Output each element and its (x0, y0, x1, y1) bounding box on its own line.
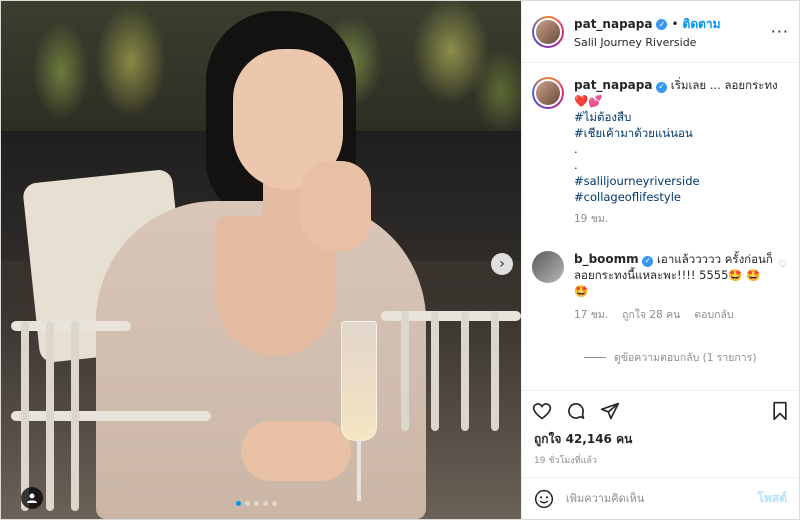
avatar[interactable] (532, 15, 564, 48)
user-icon (27, 493, 37, 503)
action-bar (522, 390, 799, 430)
comments-section: pat_napapa ✓ เริ่มเลย ... ลอยกระทง ❤️💕 #… (522, 63, 799, 390)
hashtag-link[interactable]: #ไม่ต้องสืบ (574, 109, 778, 125)
photo-person-hand-glass (241, 421, 351, 481)
verified-icon: ✓ (656, 18, 668, 30)
follow-button[interactable]: ติดตาม (683, 15, 721, 34)
divider (584, 357, 606, 358)
caption-text: เริ่มเลย ... ลอยกระทง (670, 78, 778, 92)
likes-count[interactable]: ถูกใจ 42,146 คน (522, 430, 799, 449)
post-timestamp[interactable]: 19 ชั่วโมงที่แล้ว (522, 449, 799, 477)
caption: pat_napapa ✓ เริ่มเลย ... ลอยกระทง ❤️💕 #… (532, 77, 787, 227)
caption-dot: . (574, 158, 578, 172)
caption-avatar[interactable] (532, 77, 564, 109)
post-header: pat_napapa ✓ • ติดตาม Salil Journey Rive… (522, 1, 799, 63)
carousel-dot (263, 501, 268, 506)
comment-username[interactable]: b_boomm (574, 252, 639, 266)
comment-item: b_boomm ✓ เอาแล้ววววว ครั้งก่อนก็ลอยกระท… (532, 251, 787, 323)
comment-likes[interactable]: ถูกใจ 28 คน (622, 307, 680, 323)
caption-time: 19 ชม. (574, 213, 609, 225)
author-username[interactable]: pat_napapa (574, 17, 652, 31)
next-photo-button[interactable]: › (491, 253, 513, 275)
caption-emoji: ❤️💕 (574, 94, 603, 108)
post-photo[interactable]: › (1, 1, 521, 519)
more-options-icon[interactable]: ··· (771, 22, 789, 41)
comment-avatar[interactable] (532, 251, 564, 283)
view-replies-label: ดูข้อความตอบกลับ (1 รายการ) (614, 352, 757, 364)
post-side-panel: pat_napapa ✓ • ติดตาม Salil Journey Rive… (521, 1, 799, 519)
add-comment-bar: โพสต์ (522, 477, 799, 519)
bookmark-icon[interactable] (771, 401, 789, 421)
hashtag-link[interactable]: #เชียเค้ามาด้วยแน่นอน (574, 125, 778, 141)
location-link[interactable]: Salil Journey Riverside (574, 36, 771, 49)
comment-meta: 17 ชม. ถูกใจ 28 คน ตอบกลับ (574, 307, 773, 323)
photo-person-hand (301, 161, 371, 251)
post-comment-button[interactable]: โพสต์ (758, 489, 787, 508)
comment-icon[interactable] (566, 401, 586, 421)
hashtag-link[interactable]: #saliljourneyriverside (574, 173, 778, 189)
carousel-dot (245, 501, 250, 506)
view-replies-button[interactable]: ดูข้อความตอบกลับ (1 รายการ) (584, 349, 787, 366)
verified-icon: ✓ (642, 255, 654, 267)
carousel-indicator (236, 501, 277, 506)
comment-like-heart-icon[interactable]: ♡ (778, 259, 787, 270)
photo-chair (1, 301, 521, 519)
carousel-dot (254, 501, 259, 506)
instagram-post: › pat_napapa ✓ • ติดตาม Salil Journey Ri… (0, 0, 800, 520)
tagged-users-button[interactable] (21, 487, 43, 509)
caption-dot: . (574, 142, 578, 156)
carousel-dot (236, 501, 241, 506)
comment-time: 17 ชม. (574, 309, 609, 321)
caption-username[interactable]: pat_napapa (574, 78, 652, 92)
carousel-dot (272, 501, 277, 506)
comment-input[interactable] (566, 492, 746, 505)
emoji-icon[interactable] (534, 489, 554, 509)
chevron-right-icon: › (499, 256, 505, 272)
separator-dot: • (671, 17, 679, 31)
comment-reply-button[interactable]: ตอบกลับ (694, 307, 733, 323)
verified-icon: ✓ (656, 81, 668, 93)
hashtag-link[interactable]: #collageoflifestyle (574, 189, 778, 205)
share-icon[interactable] (600, 401, 620, 421)
photo-champagne-glass (339, 321, 379, 501)
heart-icon[interactable] (532, 401, 552, 421)
